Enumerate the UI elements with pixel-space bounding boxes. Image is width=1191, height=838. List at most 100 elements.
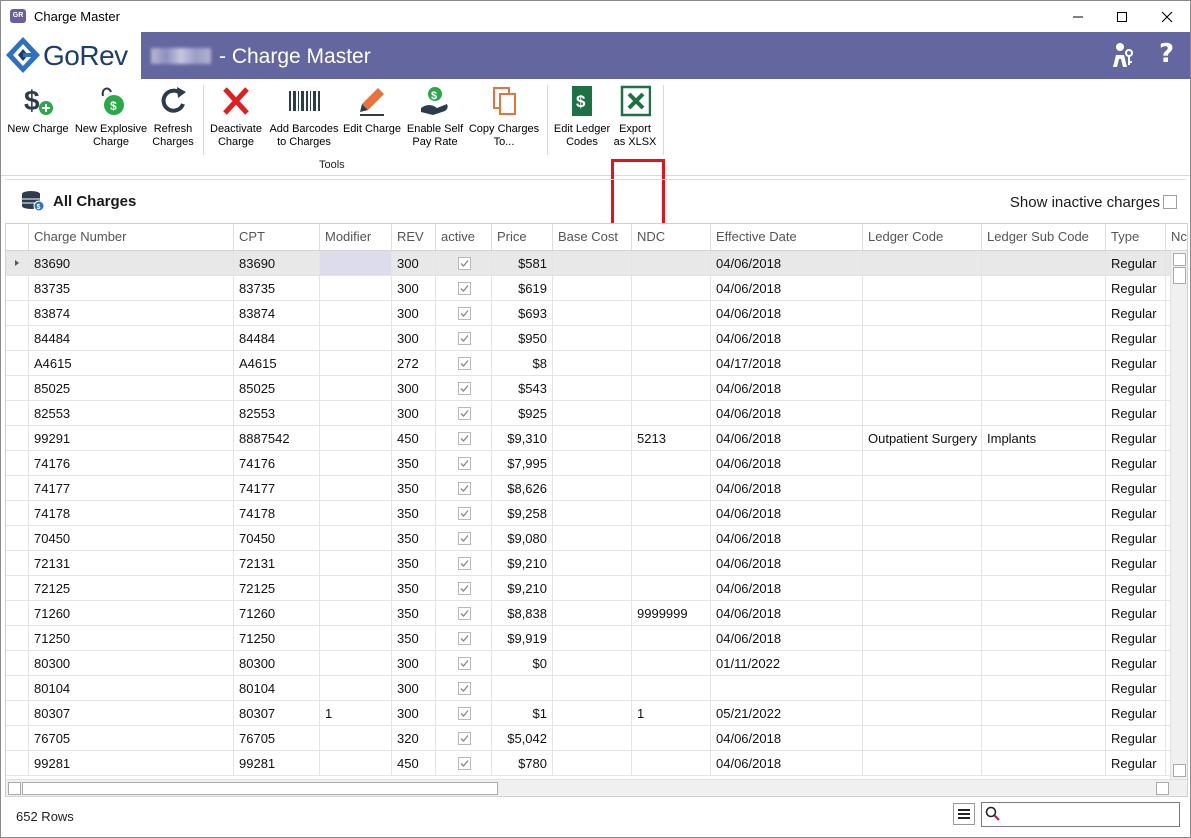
active-checkbox[interactable] [458,307,471,320]
cell-rev[interactable]: 350 [392,576,436,601]
column-header-modifier[interactable]: Modifier [320,224,392,250]
cell-effective-date[interactable]: 04/06/2018 [711,326,863,351]
cell-ledger-code[interactable] [863,676,982,701]
cell-ledger-code[interactable] [863,651,982,676]
cell-modifier[interactable] [320,726,392,751]
table-row[interactable]: 80307 80307 1 300 $1 1 05/21/2022 Regular [6,701,1170,726]
cell-active[interactable] [436,501,492,526]
cell-effective-date[interactable]: 04/06/2018 [711,426,863,451]
column-header-type[interactable]: Type [1106,224,1166,250]
cell-active[interactable] [436,751,492,776]
cell-price[interactable]: $780 [492,751,553,776]
cell-modifier[interactable] [320,251,392,276]
cell-charge-number[interactable]: 74177 [29,476,234,501]
cell-price[interactable]: $9,080 [492,526,553,551]
cell-type[interactable]: Regular [1106,276,1166,301]
cell-ndc[interactable] [632,576,711,601]
new-explosive-charge-button[interactable]: $ New Explosive Charge [73,83,149,149]
cell-active[interactable] [436,476,492,501]
cell-modifier[interactable] [320,401,392,426]
cell-effective-date[interactable]: 04/06/2018 [711,476,863,501]
grid-menu-button[interactable] [953,803,975,825]
table-row[interactable]: 84484 84484 300 $950 04/06/2018 Regular [6,326,1170,351]
table-row[interactable]: 72125 72125 350 $9,210 04/06/2018 Regular [6,576,1170,601]
cell-ledger-sub-code[interactable] [982,451,1106,476]
cell-price[interactable]: $8,838 [492,601,553,626]
row-indicator[interactable] [6,751,29,776]
cell-ledger-sub-code[interactable] [982,551,1106,576]
cell-rev[interactable]: 272 [392,351,436,376]
help-button[interactable]: ? [1159,39,1174,69]
cell-effective-date[interactable]: 04/06/2018 [711,551,863,576]
cell-effective-date[interactable]: 04/06/2018 [711,251,863,276]
cell-type[interactable]: Regular [1106,426,1166,451]
cell-active[interactable] [436,551,492,576]
cell-charge-number[interactable]: 80300 [29,651,234,676]
cell-modifier[interactable] [320,501,392,526]
table-row[interactable]: 74177 74177 350 $8,626 04/06/2018 Regular [6,476,1170,501]
cell-price[interactable]: $8,626 [492,476,553,501]
user-keys-button[interactable] [1110,41,1136,74]
row-indicator[interactable] [6,551,29,576]
cell-charge-number[interactable]: 71260 [29,601,234,626]
cell-ledger-code[interactable] [863,301,982,326]
cell-cpt[interactable]: 8887542 [234,426,320,451]
cell-charge-number[interactable]: 85025 [29,376,234,401]
row-indicator[interactable] [6,251,29,276]
cell-price[interactable]: $9,210 [492,576,553,601]
cell-modifier[interactable] [320,651,392,676]
cell-effective-date[interactable]: 04/06/2018 [711,576,863,601]
cell-active[interactable] [436,426,492,451]
cell-type[interactable]: Regular [1106,301,1166,326]
cell-base-cost[interactable] [553,676,632,701]
cell-ndc[interactable] [632,501,711,526]
cell-rev[interactable]: 350 [392,451,436,476]
edit-ledger-codes-button[interactable]: $ Edit Ledger Codes [551,83,613,149]
cell-price[interactable]: $9,210 [492,551,553,576]
cell-ledger-sub-code[interactable] [982,626,1106,651]
cell-price[interactable]: $950 [492,326,553,351]
cell-base-cost[interactable] [553,351,632,376]
cell-active[interactable] [436,401,492,426]
cell-ledger-sub-code[interactable]: Implants [982,426,1106,451]
cell-ndc[interactable] [632,401,711,426]
cell-cpt[interactable]: 74178 [234,501,320,526]
search-input[interactable] [1004,805,1178,825]
active-checkbox[interactable] [458,607,471,620]
deactivate-charge-button[interactable]: Deactivate Charge [207,83,265,149]
row-indicator[interactable] [6,276,29,301]
column-header-base-cost[interactable]: Base Cost [553,224,632,250]
cell-cpt[interactable]: 74177 [234,476,320,501]
cell-effective-date[interactable] [711,676,863,701]
cell-price[interactable]: $543 [492,376,553,401]
cell-base-cost[interactable] [553,276,632,301]
cell-ndc[interactable]: 5213 [632,426,711,451]
cell-type[interactable]: Regular [1106,476,1166,501]
cell-rev[interactable]: 350 [392,551,436,576]
table-row[interactable]: 71260 71260 350 $8,838 9999999 04/06/2018 Regu… [6,601,1170,626]
cell-ledger-code[interactable] [863,376,982,401]
row-indicator[interactable] [6,451,29,476]
table-row[interactable]: 70450 70450 350 $9,080 04/06/2018 Regular [6,526,1170,551]
cell-modifier[interactable] [320,276,392,301]
cell-ledger-code[interactable] [863,701,982,726]
cell-ndc[interactable] [632,526,711,551]
cell-modifier[interactable] [320,526,392,551]
row-indicator[interactable] [6,476,29,501]
table-row[interactable]: 83874 83874 300 $693 04/06/2018 Regular [6,301,1170,326]
cell-modifier[interactable] [320,576,392,601]
cell-ledger-code[interactable] [863,251,982,276]
cell-rev[interactable]: 300 [392,401,436,426]
cell-effective-date[interactable]: 04/06/2018 [711,301,863,326]
cell-cpt[interactable]: 80307 [234,701,320,726]
enable-self-pay-button[interactable]: $ Enable Self Pay Rate [405,83,465,149]
cell-price[interactable]: $9,919 [492,626,553,651]
cell-ledger-code[interactable] [863,726,982,751]
cell-ndc[interactable] [632,301,711,326]
cell-ledger-sub-code[interactable] [982,476,1106,501]
column-header-charge-number[interactable]: Charge Number [29,224,234,250]
cell-charge-number[interactable]: 72125 [29,576,234,601]
horizontal-scroll-thumb[interactable] [22,782,498,795]
cell-effective-date[interactable]: 04/06/2018 [711,276,863,301]
table-row[interactable]: 82553 82553 300 $925 04/06/2018 Regular [6,401,1170,426]
